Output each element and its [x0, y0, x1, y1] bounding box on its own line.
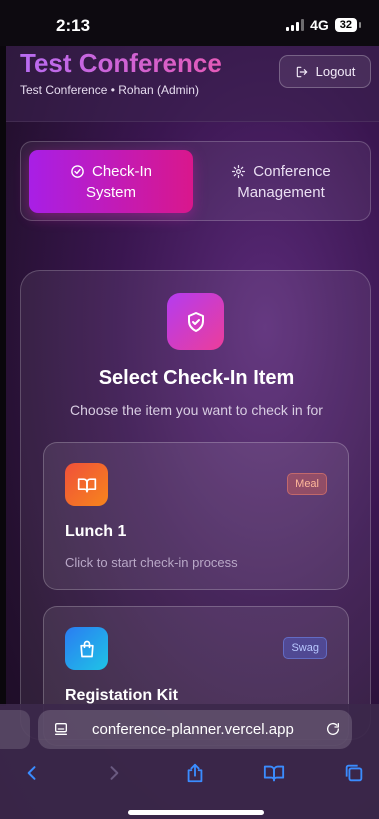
item-description: Click to start check-in process [65, 555, 238, 570]
back-button[interactable] [19, 760, 45, 786]
book-icon [65, 463, 108, 506]
browser-nav [0, 756, 379, 790]
logout-label: Logout [315, 64, 356, 79]
address-bar[interactable]: conference-planner.vercel.app [38, 710, 352, 749]
previous-tab[interactable] [0, 710, 30, 749]
check-in-card: Select Check-In Item Choose the item you… [20, 270, 371, 746]
battery-icon: 32 [334, 18, 362, 32]
item-category-badge: Meal [287, 473, 327, 495]
tab-label-line1: Conference [253, 162, 331, 180]
book-open-icon [263, 765, 285, 782]
tabs-button[interactable] [341, 760, 367, 786]
forward-button[interactable] [101, 760, 127, 786]
reload-icon[interactable] [325, 721, 341, 737]
tab-label-line1: Check-In [91, 162, 153, 180]
page-menu-icon[interactable] [53, 721, 69, 737]
network-label: 4G [310, 17, 329, 33]
tab-check-in-system[interactable]: Check-In System [29, 150, 193, 213]
page-title: Test Conference [20, 48, 222, 78]
gear-icon [232, 164, 246, 178]
tabs-icon [345, 764, 363, 782]
item-category-badge: Swag [283, 637, 327, 659]
chevron-right-icon [110, 766, 119, 780]
check-circle-icon [71, 164, 84, 178]
tab-label-line2: Management [237, 183, 325, 201]
signal-icon [286, 19, 305, 31]
browser-toolbar: conference-planner.vercel.app [0, 704, 379, 819]
shopping-bag-icon [65, 627, 108, 670]
logout-button[interactable]: Logout [279, 55, 371, 88]
status-bar: 2:13 4G 32 [0, 0, 379, 46]
home-indicator [128, 810, 264, 815]
chevron-left-icon [27, 766, 36, 780]
item-name: Registation Kit [65, 687, 178, 704]
edge-strip [0, 46, 6, 706]
shield-check-icon [167, 293, 224, 350]
tab-label-line2: System [85, 183, 136, 201]
status-time: 2:13 [56, 16, 91, 35]
tab-conference-management[interactable]: Conference Management [199, 150, 363, 213]
item-name: Lunch 1 [65, 523, 127, 540]
url-text: conference-planner.vercel.app [92, 721, 294, 738]
logout-icon [296, 66, 307, 77]
card-title: Select Check-In Item [98, 367, 295, 389]
app-header: Test Conference Test Conference • Rohan … [6, 46, 379, 122]
app-screen: 2:13 4G 32 Test Conference Test Conferen… [0, 0, 379, 819]
bookmarks-button[interactable] [261, 760, 287, 786]
share-icon [187, 763, 203, 783]
page-subtitle: Test Conference • Rohan (Admin) [20, 83, 199, 97]
mode-tabs: Check-In System Conference Management [20, 141, 371, 221]
share-button[interactable] [182, 760, 208, 786]
check-in-item-lunch[interactable]: Meal Lunch 1 Click to start check-in pro… [43, 442, 349, 590]
status-icons: 4G 32 [286, 17, 362, 33]
card-subtitle: Choose the item you want to check in for [70, 402, 323, 418]
